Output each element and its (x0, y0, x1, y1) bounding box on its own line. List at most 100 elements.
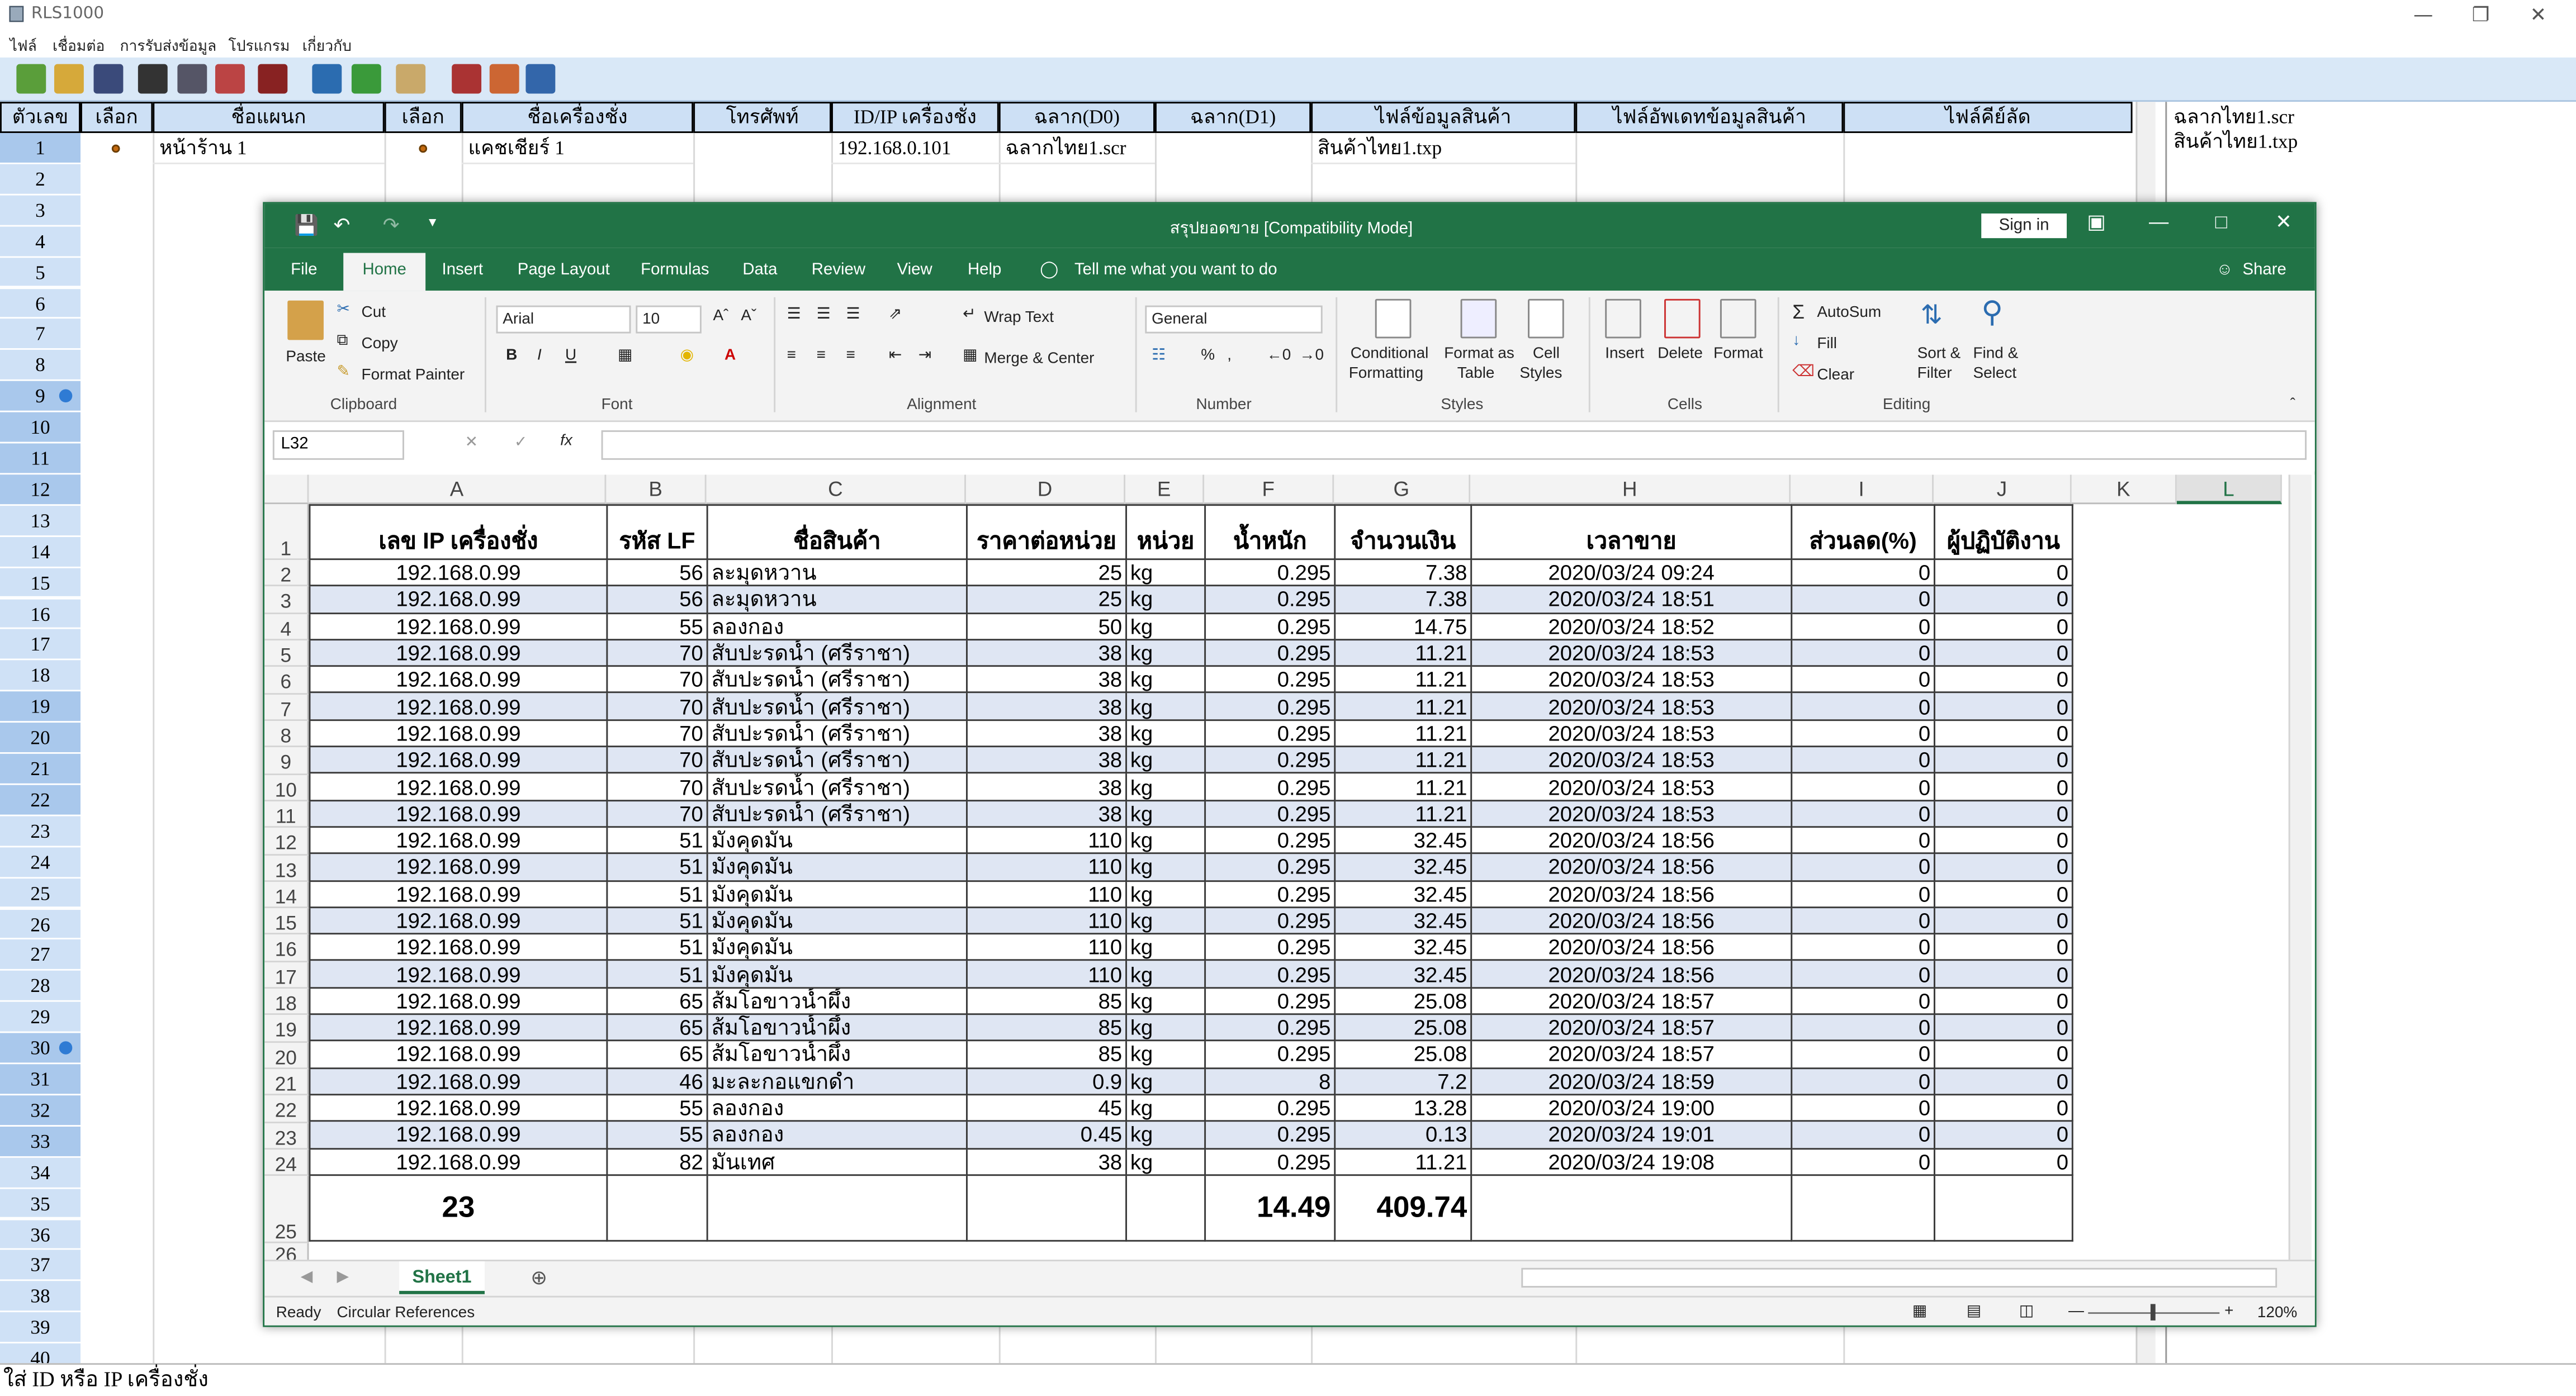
header-cell[interactable]: ราคาต่อหน่วย (966, 504, 1128, 561)
data-cell[interactable]: มังคุดมัน (706, 826, 968, 854)
key-icon[interactable] (489, 64, 519, 94)
row-header[interactable]: 24 (264, 1150, 309, 1177)
excel-close-button[interactable]: ✕ (2259, 210, 2308, 233)
tab-review[interactable]: Review (812, 261, 865, 279)
data-cell[interactable]: kg (1125, 1067, 1206, 1096)
report-icon[interactable] (396, 64, 426, 94)
autosum-icon[interactable]: Σ (1792, 301, 1805, 324)
data-cell[interactable]: 51 (606, 960, 708, 989)
file-list-item[interactable]: สินค้าไทย1.txp (2174, 130, 2569, 154)
data-cell[interactable]: 0.295 (1204, 558, 1336, 587)
data-cell[interactable]: 32.45 (1334, 879, 1472, 908)
data-cell[interactable]: 65 (606, 986, 708, 1015)
undo-icon[interactable]: ↶ (334, 213, 351, 236)
data-cell[interactable]: 0 (1933, 1147, 2073, 1176)
data-cell[interactable]: kg (1125, 933, 1206, 962)
data-cell[interactable]: 2020/03/24 18:57 (1470, 1013, 1793, 1042)
data-cell[interactable]: 38 (966, 746, 1128, 775)
data-cell[interactable]: 0.295 (1204, 986, 1336, 1015)
decrease-indent-icon[interactable]: ⇤ (889, 346, 902, 364)
data-cell[interactable]: 38 (966, 1147, 1128, 1176)
save-icon[interactable] (93, 64, 124, 94)
row-number[interactable]: 24 (0, 847, 81, 879)
fill-button[interactable]: Fill (1817, 335, 1837, 353)
header-cell[interactable]: เวลาขาย (1470, 504, 1793, 561)
data-cell[interactable]: ส้มโอขาวน้ำผึ้ง (706, 1040, 968, 1069)
data-cell[interactable]: 2020/03/24 18:56 (1470, 879, 1793, 908)
data-cell[interactable]: 0 (1933, 611, 2073, 640)
increase-indent-icon[interactable]: ⇥ (918, 346, 931, 364)
data-cell[interactable]: 2020/03/24 18:53 (1470, 692, 1793, 721)
data-cell[interactable]: 0 (1791, 986, 1935, 1015)
sheet-tab-sheet1[interactable]: Sheet1 (399, 1261, 485, 1294)
row-number[interactable]: 3 (0, 195, 81, 226)
restore-button[interactable]: ❐ (2456, 2, 2506, 28)
data-cell[interactable]: kg (1125, 986, 1206, 1015)
data-cell[interactable]: ละมุดหวาน (706, 585, 968, 614)
data-cell[interactable]: 0 (1933, 692, 2073, 721)
data-cell[interactable]: สับปะรดน้ำ (ศรีราชา) (706, 799, 968, 828)
row-header[interactable]: 2 (264, 560, 309, 587)
data-cell[interactable]: 2020/03/24 18:56 (1470, 960, 1793, 989)
tab-data[interactable]: Data (742, 261, 777, 279)
data-cell[interactable]: 0.295 (1204, 1013, 1336, 1042)
percent-icon[interactable]: % (1201, 346, 1215, 364)
data-cell[interactable]: สับปะรดน้ำ (ศรีราชา) (706, 746, 968, 775)
data-cell[interactable]: kg (1125, 692, 1206, 721)
shrink-font-icon[interactable]: Aˇ (741, 307, 756, 325)
row-header[interactable]: 6 (264, 667, 309, 694)
tab-home[interactable]: Home (343, 253, 426, 291)
data-cell[interactable]: 25 (966, 558, 1128, 587)
row-number[interactable]: 10 (0, 412, 81, 444)
data-cell[interactable]: kg (1125, 1147, 1206, 1176)
data-cell[interactable]: kg (1125, 638, 1206, 667)
header-cell[interactable]: หน่วย (1125, 504, 1206, 561)
data-cell[interactable]: 55 (606, 611, 708, 640)
align-right-icon[interactable]: ≡ (846, 346, 855, 364)
formula-input[interactable] (601, 430, 2307, 460)
tab-file[interactable]: File (291, 261, 317, 279)
data-cell[interactable]: 192.168.0.99 (309, 1120, 608, 1149)
row-header[interactable]: 5 (264, 640, 309, 667)
cell-styles-label-2[interactable]: Styles (1519, 364, 1562, 382)
cell-styles-label-1[interactable]: Cell (1533, 345, 1560, 363)
row-number[interactable]: 28 (0, 971, 81, 1003)
row-number[interactable]: 2 (0, 164, 81, 196)
data-cell[interactable]: มะละกอแขกดำ (706, 1067, 968, 1096)
data-cell[interactable]: 2020/03/24 18:57 (1470, 1040, 1793, 1069)
data-cell[interactable]: 192.168.0.99 (309, 1040, 608, 1069)
data-cell[interactable]: 51 (606, 852, 708, 881)
data-cell[interactable]: 110 (966, 879, 1128, 908)
data-cell[interactable]: 85 (966, 1013, 1128, 1042)
data-cell[interactable]: 2020/03/24 18:53 (1470, 719, 1793, 748)
data-cell[interactable]: 0 (1791, 879, 1935, 908)
open-folder-icon[interactable] (54, 64, 84, 94)
zoom-slider-thumb[interactable] (2150, 1304, 2156, 1321)
row-number[interactable]: 35 (0, 1188, 81, 1220)
data-cell[interactable]: kg (1125, 719, 1206, 748)
zoom-level[interactable]: 120% (2257, 1304, 2297, 1322)
data-cell[interactable]: 25.08 (1334, 1013, 1472, 1042)
total-cell[interactable]: 23 (309, 1174, 608, 1242)
row1-ip[interactable]: 192.168.0.101 (831, 133, 999, 164)
data-cell[interactable]: 0 (1791, 960, 1935, 989)
data-cell[interactable]: 110 (966, 933, 1128, 962)
data-cell[interactable]: 0.295 (1204, 1147, 1336, 1176)
column-header-k[interactable]: K (2071, 474, 2177, 505)
insert-cells-icon[interactable] (1605, 298, 1641, 339)
data-cell[interactable]: 85 (966, 986, 1128, 1015)
column-header-j[interactable]: J (1933, 474, 2072, 505)
sign-in-button[interactable]: Sign in (1981, 213, 2067, 239)
tell-me-search[interactable]: Tell me what you want to do (1074, 261, 1277, 279)
row-number[interactable]: 19 (0, 691, 81, 723)
data-cell[interactable]: 70 (606, 746, 708, 775)
data-cell[interactable]: 70 (606, 719, 708, 748)
row-number[interactable]: 4 (0, 226, 81, 258)
column-header-e[interactable]: E (1125, 474, 1205, 505)
data-cell[interactable]: 0 (1791, 826, 1935, 854)
data-cell[interactable]: 0 (1933, 852, 2073, 881)
data-cell[interactable]: มังคุดมัน (706, 960, 968, 989)
row-number[interactable]: 16 (0, 599, 81, 630)
save-icon[interactable]: 💾 (294, 213, 319, 236)
data-cell[interactable]: ส้มโอขาวน้ำผึ้ง (706, 986, 968, 1015)
